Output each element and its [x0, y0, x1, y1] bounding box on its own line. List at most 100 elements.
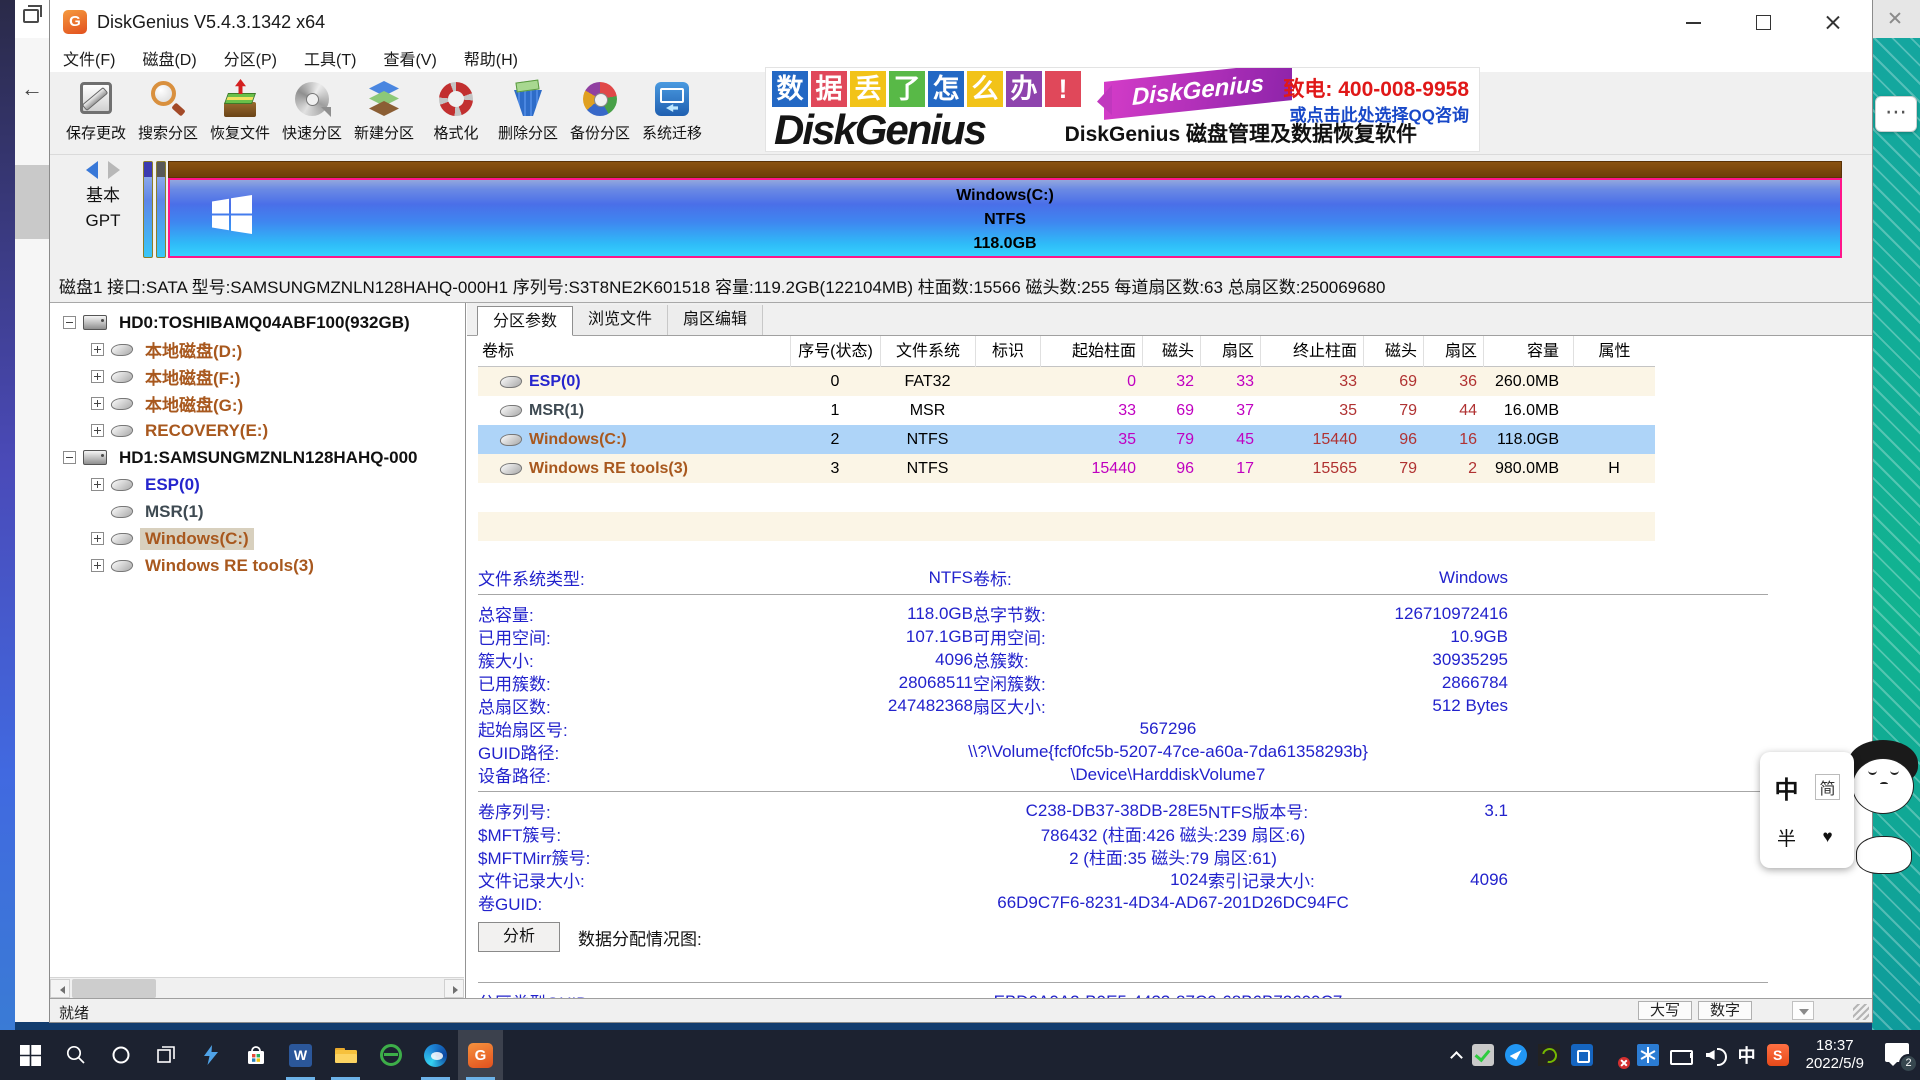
menu-tools[interactable]: 工具(T): [304, 46, 356, 70]
analyze-button[interactable]: 分析: [478, 922, 560, 952]
tree-item-local-f[interactable]: 本地磁盘(F:): [50, 363, 465, 390]
edge-button[interactable]: [413, 1030, 458, 1080]
tab-sector-edit[interactable]: 扇区编辑: [668, 305, 763, 335]
ime-status-widget[interactable]: 中 简 半 ♥: [1760, 752, 1854, 868]
search-partition-button[interactable]: 搜索分区: [132, 72, 204, 152]
word-icon: W: [289, 1044, 312, 1067]
tray-volume-icon[interactable]: [1705, 1044, 1727, 1066]
table-row-msr[interactable]: MSR(1) 1 MSR 33 69 37 35 79 44 16.0MB: [478, 396, 1655, 425]
expand-expander-icon[interactable]: [91, 478, 104, 491]
tray-intel-graphics-icon[interactable]: [1571, 1044, 1593, 1066]
msr-partition-bar[interactable]: [156, 161, 166, 258]
minimize-button[interactable]: [1670, 7, 1716, 37]
tree-item-esp[interactable]: ESP(0): [50, 471, 465, 498]
expand-expander-icon[interactable]: [91, 370, 104, 383]
ime-heart-icon[interactable]: ♥: [1822, 827, 1832, 847]
tree-horizontal-scrollbar[interactable]: [50, 977, 464, 998]
format-button[interactable]: 格式化: [420, 72, 492, 152]
ad-banner[interactable]: 数 据 丢 了 怎 么 办 ! DiskGenius DiskGenius 致电…: [765, 67, 1480, 152]
task-view-button[interactable]: [143, 1030, 188, 1080]
disk-type-basic: 基本: [72, 183, 134, 208]
cortana-button[interactable]: [98, 1030, 143, 1080]
next-disk-arrow-icon[interactable]: [108, 161, 120, 179]
collapse-expander-icon[interactable]: [63, 316, 76, 329]
system-migration-button[interactable]: 系统迁移: [636, 72, 708, 152]
menu-file[interactable]: 文件(F): [63, 46, 115, 70]
start-button[interactable]: [8, 1030, 53, 1080]
tray-antivirus-icon[interactable]: [1472, 1044, 1494, 1066]
tab-partition-parameters[interactable]: 分区参数: [477, 306, 573, 336]
diskgenius-taskbar-button[interactable]: G: [458, 1030, 503, 1080]
save-changes-button[interactable]: 保存更改: [60, 72, 132, 152]
tree-item-hd0[interactable]: HD0:TOSHIBAMQ04ABF100(932GB): [50, 309, 465, 336]
pinned-app-lightning-button[interactable]: [188, 1030, 233, 1080]
recover-files-button[interactable]: 恢复文件: [204, 72, 276, 152]
tray-defender-icon[interactable]: [1604, 1044, 1626, 1066]
scroll-right-icon[interactable]: [444, 979, 464, 998]
prev-disk-arrow-icon[interactable]: [86, 161, 98, 179]
tray-bird-app-icon[interactable]: [1505, 1044, 1527, 1066]
tray-snowflake-icon[interactable]: [1637, 1044, 1659, 1066]
word-button[interactable]: W: [278, 1030, 323, 1080]
ime-simplified-mode[interactable]: 简: [1815, 774, 1839, 800]
tree-item-windows-c[interactable]: Windows(C:): [50, 525, 465, 552]
tree-item-local-g[interactable]: 本地磁盘(G:): [50, 390, 465, 417]
table-row-windows-selected[interactable]: Windows(C:) 2 NTFS 35 79 45 15440 96 16 …: [478, 425, 1655, 454]
expand-expander-icon[interactable]: [91, 397, 104, 410]
expand-expander-icon[interactable]: [91, 343, 104, 356]
delete-partition-button[interactable]: 删除分区: [492, 72, 564, 152]
close-button[interactable]: [1810, 7, 1856, 37]
new-partition-button[interactable]: 新建分区: [348, 72, 420, 152]
quick-partition-button[interactable]: 快速分区: [276, 72, 348, 152]
delete-partition-icon: [508, 79, 548, 119]
taskbar-search-button[interactable]: [53, 1030, 98, 1080]
tree-item-recovery-e[interactable]: RECOVERY(E:): [50, 417, 465, 444]
ie-browser-button[interactable]: [368, 1030, 413, 1080]
action-center-button[interactable]: 2: [1885, 1043, 1912, 1067]
expand-expander-icon[interactable]: [91, 532, 104, 545]
tray-sogou-icon[interactable]: S: [1767, 1044, 1789, 1066]
tray-expand-chevron-icon[interactable]: [1450, 1051, 1463, 1064]
tray-nvidia-icon[interactable]: [1538, 1044, 1560, 1066]
bg-window-close-icon[interactable]: [1888, 11, 1902, 25]
menu-view[interactable]: 查看(V): [383, 46, 436, 70]
expand-expander-icon[interactable]: [91, 559, 104, 572]
scroll-left-icon[interactable]: [50, 979, 70, 998]
expand-expander-icon[interactable]: [91, 424, 104, 437]
menu-help[interactable]: 帮助(H): [464, 46, 518, 70]
ime-halfwidth-mode[interactable]: 半: [1777, 824, 1796, 851]
tree-item-msr[interactable]: MSR(1): [50, 498, 465, 525]
file-explorer-button[interactable]: [323, 1030, 368, 1080]
resize-grip[interactable]: [1853, 1004, 1869, 1020]
more-options-button[interactable]: ⋯: [1875, 96, 1917, 132]
selected-partition-box[interactable]: Windows(C:) NTFS 118.0GB: [168, 178, 1842, 258]
tree-item-local-d[interactable]: 本地磁盘(D:): [50, 336, 465, 363]
menu-partition[interactable]: 分区(P): [224, 46, 277, 70]
banner-tile: 据: [811, 71, 847, 107]
maximize-button[interactable]: [1740, 7, 1786, 37]
scroll-down-icon[interactable]: [1792, 1001, 1814, 1020]
tree-item-label: HD1:SAMSUNGMZNLN128HAHQ-000: [114, 447, 423, 469]
scrollbar-thumb[interactable]: [72, 979, 156, 998]
tab-browse-files[interactable]: 浏览文件: [573, 305, 668, 335]
menu-disk[interactable]: 磁盘(D): [142, 46, 196, 70]
tree-item-hd1[interactable]: HD1:SAMSUNGMZNLN128HAHQ-000: [50, 444, 465, 471]
microsoft-store-button[interactable]: [233, 1030, 278, 1080]
collapse-expander-icon[interactable]: [63, 451, 76, 464]
tree-item-windows-re[interactable]: Windows RE tools(3): [50, 552, 465, 579]
browser-e-icon: [380, 1044, 402, 1066]
ime-chinese-mode[interactable]: 中: [1775, 770, 1799, 805]
windows-partition-bar[interactable]: Windows(C:) NTFS 118.0GB: [168, 161, 1842, 258]
restore-window-icon[interactable]: [23, 9, 39, 23]
table-row-windows-re[interactable]: Windows RE tools(3) 3 NTFS 15440 96 17 1…: [478, 454, 1655, 483]
esp-partition-bar[interactable]: [143, 161, 153, 258]
backup-partition-button[interactable]: 备份分区: [564, 72, 636, 152]
table-row-esp[interactable]: ESP(0) 0 FAT32 0 32 33 33 69 36 260.0MB: [478, 367, 1655, 396]
back-arrow-icon[interactable]: ←: [21, 76, 43, 102]
details-separator: [478, 982, 1768, 983]
details-separator: [478, 594, 1768, 595]
details-separator: [478, 791, 1768, 792]
tray-power-icon[interactable]: [1670, 1044, 1694, 1066]
tray-ime-language-indicator[interactable]: 中: [1738, 1042, 1756, 1068]
taskbar-clock[interactable]: 18:37 2022/5/9: [1806, 1037, 1864, 1073]
